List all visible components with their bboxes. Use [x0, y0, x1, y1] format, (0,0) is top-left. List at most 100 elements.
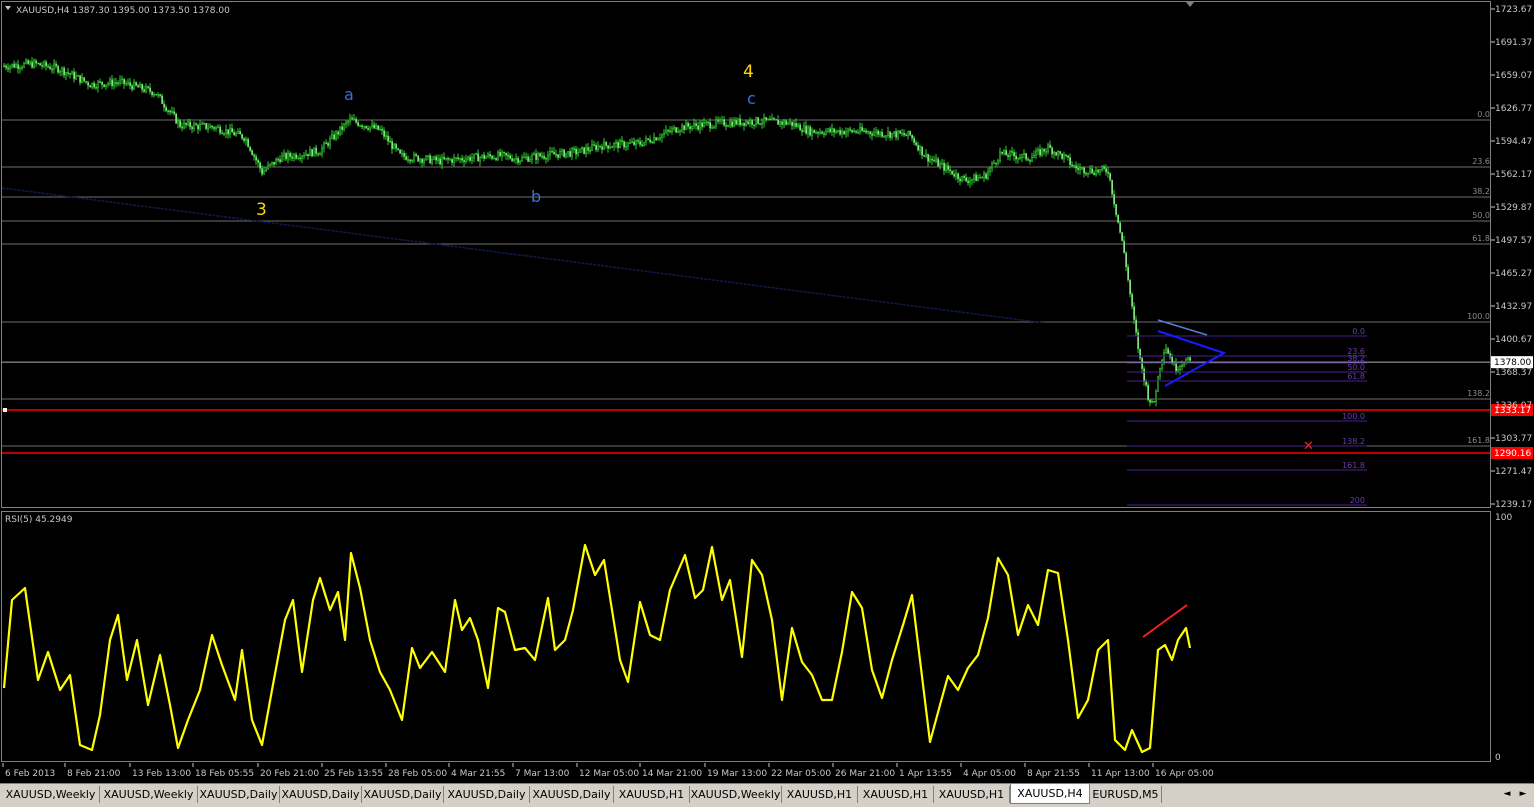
candle-body: [53, 63, 56, 70]
chart-tab[interactable]: XAUUSD,Weekly: [2, 786, 100, 803]
candle: [39, 62, 42, 66]
candle: [371, 119, 374, 129]
chart-tab[interactable]: XAUUSD,Weekly: [690, 786, 782, 803]
candle-body: [747, 121, 750, 125]
candle-body: [285, 153, 288, 160]
candle-body: [731, 121, 734, 127]
chart-tab[interactable]: XAUUSD,Weekly: [100, 786, 198, 803]
candle: [513, 158, 516, 163]
chart-tab[interactable]: XAUUSD,Daily: [280, 786, 362, 803]
candle-body: [401, 152, 404, 155]
candle: [1039, 144, 1042, 158]
candle: [465, 154, 468, 164]
candle: [759, 122, 762, 126]
candle: [239, 127, 242, 135]
candle: [585, 143, 588, 158]
candle-body: [581, 147, 584, 150]
chart-tab[interactable]: XAUUSD,H1: [858, 786, 934, 803]
candle: [161, 93, 164, 105]
candle: [315, 144, 318, 157]
candle-body: [585, 147, 588, 155]
candle: [349, 113, 352, 126]
candle-body: [1105, 168, 1108, 173]
candle: [361, 124, 364, 130]
chart-tab[interactable]: XAUUSD,H1: [934, 786, 1010, 803]
candle: [613, 141, 616, 151]
chart-tab[interactable]: XAUUSD,H1: [782, 786, 858, 803]
chart-tab[interactable]: XAUUSD,Daily: [362, 786, 444, 803]
candle: [249, 146, 252, 153]
candle-body: [755, 117, 758, 126]
candle: [119, 75, 122, 86]
candle-body: [609, 146, 612, 149]
candle-body: [1093, 172, 1096, 176]
candle: [377, 125, 380, 131]
candle: [231, 123, 234, 133]
candle-body: [869, 131, 872, 135]
red-level-label: 1290.16: [1494, 449, 1531, 459]
candle-body: [451, 159, 454, 163]
candle: [663, 129, 666, 139]
candle-body: [855, 130, 858, 133]
candle: [1133, 302, 1136, 324]
trend-line: [1, 187, 1046, 324]
chart-tab[interactable]: XAUUSD,Daily: [530, 786, 614, 803]
candle: [189, 118, 192, 130]
candle: [1151, 399, 1154, 404]
candle: [1121, 232, 1124, 242]
candle: [229, 123, 232, 139]
chart-tab[interactable]: XAUUSD,Daily: [444, 786, 530, 803]
candle: [847, 127, 850, 137]
candle-body: [283, 153, 286, 157]
candle: [427, 155, 430, 161]
candle: [1161, 358, 1164, 372]
candle-body: [133, 82, 136, 90]
candle-body: [317, 153, 320, 155]
candle-body: [35, 60, 38, 64]
candle-body: [1139, 348, 1142, 359]
candle-body: [673, 127, 676, 130]
rsi-series: [2, 543, 1192, 754]
candle-body: [295, 154, 298, 159]
candle: [357, 120, 360, 127]
candle: [881, 128, 884, 139]
price-axis-label: 1691.37: [1495, 38, 1532, 48]
candle-body: [785, 120, 788, 125]
candle: [561, 148, 564, 157]
chart-tab[interactable]: XAUUSD,Daily: [198, 786, 280, 803]
candle-body: [127, 82, 130, 84]
candle-body: [1123, 240, 1126, 254]
chart-tab[interactable]: XAUUSD,H4: [1010, 784, 1090, 804]
candle: [409, 158, 412, 165]
rsi-divergence-line: [1142, 604, 1188, 638]
candle: [601, 143, 604, 154]
candle-body: [831, 128, 834, 133]
candle: [35, 58, 38, 68]
candle-body: [565, 152, 568, 158]
candle: [45, 59, 48, 71]
candle-body: [163, 103, 166, 108]
candle: [321, 144, 324, 158]
candle: [935, 154, 938, 164]
candle-body: [743, 122, 746, 126]
candle: [283, 149, 286, 161]
candle: [885, 134, 888, 141]
candle-body: [377, 125, 380, 131]
candle-body: [345, 122, 348, 125]
candle-body: [91, 82, 94, 88]
candle: [1083, 166, 1086, 178]
chart-tab[interactable]: EURUSD,M5: [1090, 786, 1162, 803]
candle-body: [85, 80, 88, 83]
candle-body: [147, 86, 150, 88]
candle-body: [465, 158, 468, 163]
tab-scroll-right-button[interactable]: ►: [1516, 787, 1530, 801]
candle-body: [353, 118, 356, 121]
chart-tab[interactable]: XAUUSD,H1: [614, 786, 690, 803]
candle: [553, 147, 556, 155]
candle-body: [55, 63, 58, 67]
candle-body: [433, 156, 436, 160]
candle: [61, 66, 64, 77]
tab-scroll-left-button[interactable]: ◄: [1500, 787, 1514, 801]
candle-body: [397, 148, 400, 151]
time-axis-label: 8 Feb 21:00: [67, 769, 121, 779]
